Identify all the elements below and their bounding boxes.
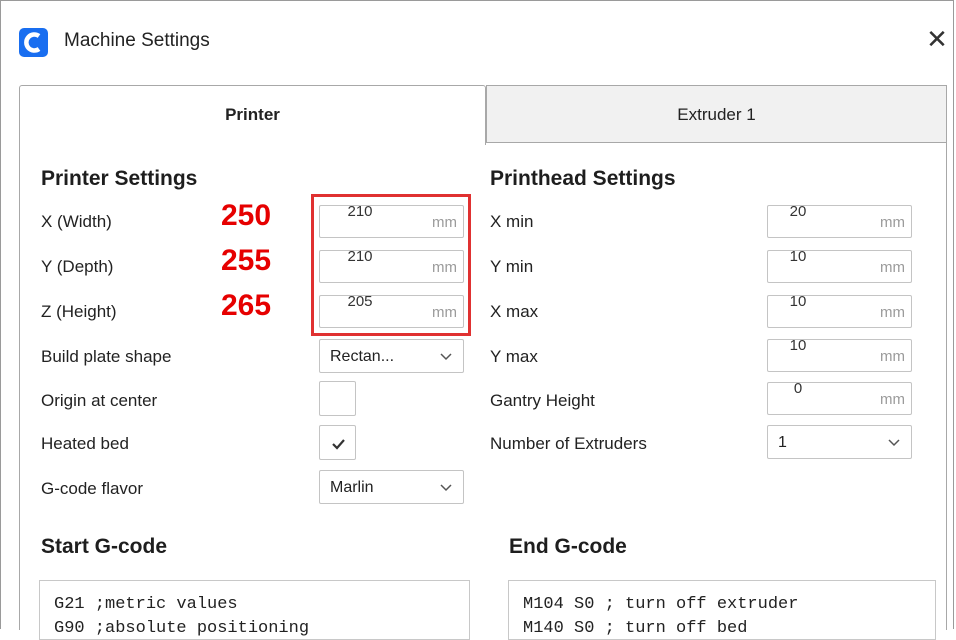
heated-bed-checkbox[interactable] [319, 425, 356, 460]
y-min-label: Y min [490, 257, 534, 276]
y-max-unit: mm [880, 348, 905, 365]
x-max-value: 10 [789, 293, 807, 310]
z-height-label: Z (Height) [41, 302, 117, 321]
y-min-value: 10 [789, 248, 807, 265]
checkmark-icon [332, 439, 345, 450]
chevron-down-icon [440, 353, 452, 361]
gcode-flavor-label: G-code flavor [41, 479, 144, 498]
end-gcode-line: M104 S0 ; turn off extruder [523, 595, 799, 614]
start-gcode-editor[interactable]: G21 ;metric values G90 ;absolute positio… [39, 580, 470, 640]
start-gcode-line: G21 ;metric values [54, 595, 238, 614]
number-of-extruders-label: Number of Extruders [490, 434, 647, 453]
origin-at-center-label: Origin at center [41, 391, 158, 410]
gantry-height-field[interactable]: 0 mm [767, 380, 912, 415]
tab-bar: Printer Extruder 1 [19, 85, 947, 145]
end-gcode-editor[interactable]: M104 S0 ; turn off extruder M140 S0 ; tu… [508, 580, 936, 640]
build-plate-shape-label: Build plate shape [41, 347, 172, 366]
title-bar: Machine Settings ✕ [1, 1, 953, 73]
x-width-label: X (Width) [41, 212, 112, 231]
x-min-field[interactable]: 20 mm [767, 203, 912, 238]
end-gcode-heading: End G-code [509, 535, 627, 558]
x-width-annotation: 250 [221, 199, 272, 232]
y-min-field[interactable]: 10 mm [767, 248, 912, 283]
origin-at-center-checkbox[interactable] [319, 381, 356, 416]
y-max-label: Y max [490, 347, 538, 366]
gantry-height-unit: mm [880, 391, 905, 408]
number-of-extruders-value: 1 [778, 434, 787, 451]
x-max-unit: mm [880, 304, 905, 321]
machine-settings-dialog: Machine Settings ✕ Printer Extruder 1 Pr… [0, 0, 954, 640]
annotation-highlight-box [311, 194, 471, 336]
tab-extruder-1[interactable]: Extruder 1 [486, 85, 947, 143]
gcode-flavor-value: Marlin [330, 479, 374, 496]
y-depth-annotation: 255 [221, 244, 272, 277]
start-gcode-heading: Start G-code [41, 535, 168, 558]
x-min-value: 20 [789, 203, 807, 220]
heated-bed-label: Heated bed [41, 434, 129, 453]
build-plate-shape-value: Rectan... [330, 348, 395, 365]
x-min-unit: mm [880, 214, 905, 231]
number-of-extruders-dropdown[interactable]: 1 [767, 425, 912, 459]
y-max-field[interactable]: 10 mm [767, 337, 912, 372]
printer-settings-heading: Printer Settings [41, 167, 198, 190]
y-max-value: 10 [789, 337, 807, 354]
y-min-unit: mm [880, 259, 905, 276]
window-title: Machine Settings [64, 30, 210, 51]
x-max-label: X max [490, 302, 539, 321]
close-icon[interactable]: ✕ [924, 25, 950, 53]
cura-logo-icon [19, 28, 48, 57]
chevron-down-icon [888, 439, 900, 447]
z-height-annotation: 265 [221, 289, 272, 322]
x-min-label: X min [490, 212, 534, 231]
tab-printer[interactable]: Printer [19, 85, 486, 145]
gcode-flavor-dropdown[interactable]: Marlin [319, 470, 464, 504]
build-plate-shape-dropdown[interactable]: Rectan... [319, 339, 464, 373]
gantry-height-value: 0 [793, 380, 803, 397]
chevron-down-icon [440, 484, 452, 492]
y-depth-label: Y (Depth) [41, 257, 114, 276]
x-max-field[interactable]: 10 mm [767, 293, 912, 328]
gantry-height-label: Gantry Height [490, 391, 595, 410]
printhead-settings-heading: Printhead Settings [490, 167, 676, 190]
